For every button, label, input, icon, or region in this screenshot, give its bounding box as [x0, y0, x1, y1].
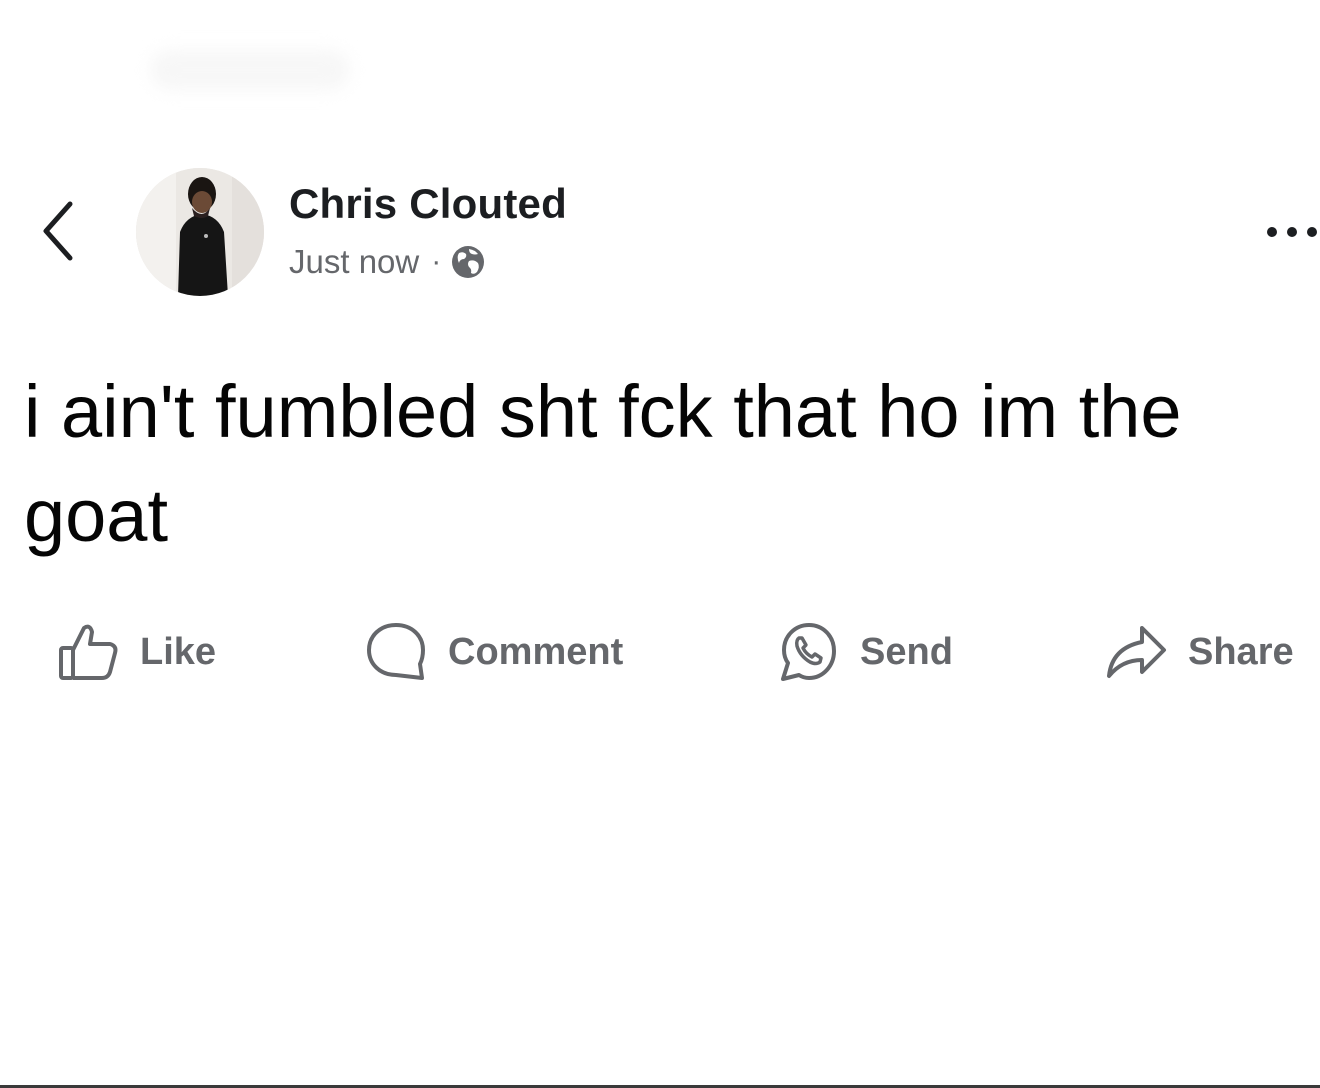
- comment-bubble-icon: [367, 623, 425, 680]
- post-meta: Just now ·: [289, 240, 485, 284]
- avatar[interactable]: [136, 168, 264, 296]
- comment-button[interactable]: Comment: [364, 612, 623, 692]
- like-button[interactable]: Like: [58, 612, 216, 692]
- send-button[interactable]: Send: [778, 612, 953, 692]
- author-name[interactable]: Chris Clouted: [289, 180, 567, 228]
- status-bar: [150, 50, 350, 90]
- post-actions: Like Comment Send Share: [0, 612, 1320, 692]
- share-label: Share: [1188, 630, 1294, 673]
- chevron-left-icon: [43, 201, 73, 261]
- comment-label: Comment: [448, 630, 624, 673]
- meta-separator: ·: [431, 245, 442, 278]
- share-arrow-icon: [1107, 626, 1166, 678]
- more-button[interactable]: [1262, 212, 1320, 252]
- profile-photo: [136, 168, 264, 296]
- thumbs-up-icon: [59, 624, 118, 680]
- share-button[interactable]: Share: [1104, 612, 1294, 692]
- send-label: Send: [860, 630, 953, 673]
- like-label: Like: [140, 630, 217, 673]
- whatsapp-icon: [781, 623, 836, 681]
- back-button[interactable]: [36, 196, 80, 266]
- post-text: i ain't fumbled sht fck that ho im the g…: [24, 370, 1182, 557]
- more-horizontal-icon: [1267, 227, 1317, 237]
- post-timestamp[interactable]: Just now: [289, 243, 419, 281]
- globe-icon: [452, 246, 485, 278]
